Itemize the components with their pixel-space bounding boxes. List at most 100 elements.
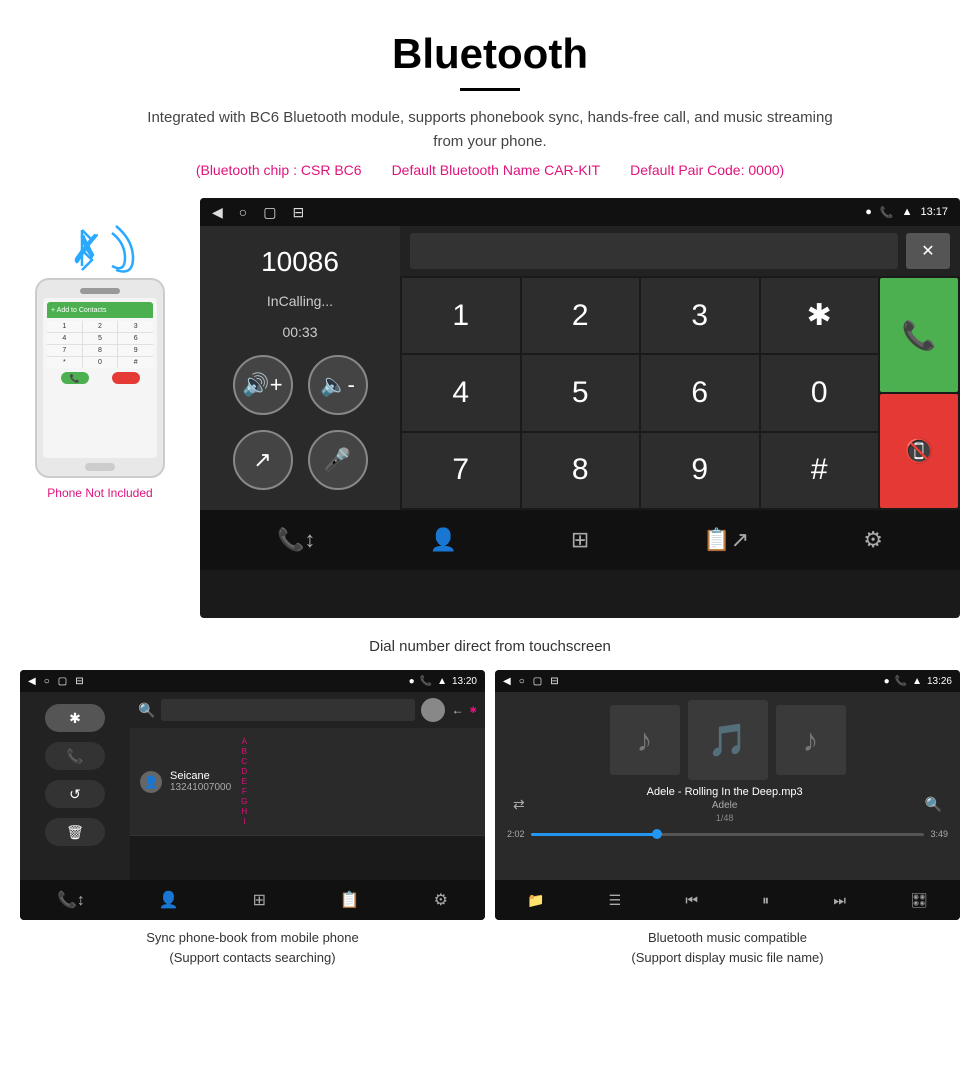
call-button[interactable]: 📞 [880, 278, 958, 392]
music-albums: ♪ 🎵 ♪ [610, 700, 846, 780]
music-nav-icons: ◀ ○ ▢ ⊟ [503, 676, 559, 687]
music-recents-icon: ▢ [533, 676, 542, 687]
transfer-button[interactable]: ↗ [233, 430, 293, 490]
key-star[interactable]: ✱ [761, 278, 879, 353]
pb-search-field[interactable] [161, 699, 415, 721]
music-play-icon[interactable]: ⏸ [762, 892, 769, 909]
spec-pair: Default Pair Code: 0000) [630, 162, 784, 178]
key-2[interactable]: 2 [522, 278, 640, 353]
music-statusbar: ◀ ○ ▢ ⊟ ● 📞 ▲ 13:26 [495, 670, 960, 692]
pb-scroll-handle[interactable] [421, 698, 445, 722]
pb-contact-avatar: 👤 [140, 771, 162, 793]
progress-track[interactable] [531, 833, 925, 836]
phone-home-button [85, 463, 115, 471]
search-music-icon[interactable]: 🔍 [925, 796, 942, 813]
music-next-icon[interactable]: ⏭ [833, 892, 846, 909]
end-call-icon: 📵 [904, 437, 934, 466]
shuffle-icon[interactable]: ⇄ [513, 796, 525, 813]
recents-icon: ▢ [263, 204, 276, 221]
pb-contact-row[interactable]: 👤 Seicane 13241007000 A B C D E F [130, 728, 485, 836]
main-android-screen: ◀ ○ ▢ ⊟ ● 📞 ▲ 13:17 10086 InCalling... 0… [200, 198, 960, 618]
music-eq-icon[interactable]: 🎛 [910, 892, 928, 909]
key-3[interactable]: 3 [641, 278, 759, 353]
pb-location-icon: ● [409, 676, 415, 687]
settings-toolbar-icon[interactable]: ⚙ [863, 527, 883, 553]
pb-contacts-icon[interactable]: 👤 [159, 890, 179, 910]
progress-handle[interactable] [652, 829, 662, 839]
bluetooth-icon: ✱ [69, 710, 81, 727]
pb-left-nav: ✱ 📞 ↺ 🗑 [20, 692, 130, 880]
pb-menu-icon: ⊟ [75, 676, 83, 687]
phonebook-screen: ◀ ○ ▢ ⊟ ● 📞 ▲ 13:20 ✱ [20, 670, 485, 920]
music-progress-bar: 2:02 3:49 [503, 829, 952, 839]
bluetooth-signal-icon: ✗ [60, 218, 140, 278]
trash-icon: 🗑 [66, 824, 84, 841]
contacts-toolbar-icon[interactable]: 👤 [429, 527, 456, 553]
phonebook-block: ◀ ○ ▢ ⊟ ● 📞 ▲ 13:20 ✱ [20, 670, 485, 971]
spec-chip: (Bluetooth chip : CSR BC6 [196, 162, 362, 178]
music-album-current: 🎵 [688, 700, 768, 780]
volume-down-button[interactable]: 🔈- [308, 355, 368, 415]
music-time-total: 3:49 [930, 829, 948, 839]
pb-delete-nav[interactable]: 🗑 [45, 818, 105, 846]
phone-toolbar-icon[interactable]: 📞↕ [277, 527, 315, 553]
pb-status-icons: ● 📞 ▲ 13:20 [409, 676, 477, 687]
page-header: Bluetooth Integrated with BC6 Bluetooth … [0, 0, 980, 188]
music-note-icon-right: ♪ [803, 722, 819, 759]
music-phone-icon: 📞 [895, 676, 907, 687]
pb-call-nav[interactable]: 📞 [45, 742, 105, 770]
messages-toolbar-icon[interactable]: 📋↗ [703, 527, 749, 553]
dial-input-row: ✕ [400, 226, 960, 276]
phonebook-caption-line2: (Support contacts searching) [169, 950, 335, 965]
pb-contact-number: 13241007000 [170, 782, 231, 793]
title-divider [460, 88, 520, 91]
key-7[interactable]: 7 [402, 433, 520, 508]
pb-sync-nav[interactable]: ↺ [45, 780, 105, 808]
key-0[interactable]: 0 [761, 355, 879, 430]
pb-settings-icon[interactable]: ⚙ [434, 890, 448, 910]
dial-input-field[interactable] [410, 233, 898, 269]
pb-nav-icons: ◀ ○ ▢ ⊟ [28, 676, 84, 687]
pb-back-icon: ◀ [28, 676, 36, 687]
end-call-button[interactable]: 📵 [880, 394, 958, 508]
mic-icon: 🎤 [324, 447, 351, 473]
volume-up-button[interactable]: 🔊+ [233, 355, 293, 415]
music-location-icon: ● [884, 676, 890, 687]
music-time: 13:26 [927, 676, 952, 687]
key-1[interactable]: 1 [402, 278, 520, 353]
music-menu-icon: ⊟ [550, 676, 558, 687]
music-list-icon[interactable]: ☰ [609, 892, 622, 909]
spec-name: Default Bluetooth Name CAR-KIT [392, 162, 601, 178]
pb-bluetooth-nav[interactable]: ✱ [45, 704, 105, 732]
music-top-controls: ⇄ Adele - Rolling In the Deep.mp3 Adele … [503, 786, 952, 823]
music-note-icon-center: 🎵 [708, 721, 748, 759]
music-note-icon-left: ♪ [637, 722, 653, 759]
music-folder-icon[interactable]: 📁 [527, 892, 544, 909]
pb-calls-icon[interactable]: 📞↕ [57, 890, 85, 910]
pb-phone-icon: 📞 [420, 676, 432, 687]
clock: 13:17 [920, 206, 948, 218]
music-title: Adele - Rolling In the Deep.mp3 [647, 786, 803, 798]
volume-down-icon: 🔈- [320, 372, 355, 398]
music-prev-icon[interactable]: ⏮ [685, 892, 698, 909]
phone-dialpad: 1 2 3 4 5 6 7 8 9 * 0 # [47, 321, 153, 368]
phone-call-buttons: 📞 [47, 368, 153, 386]
mute-button[interactable]: 🎤 [308, 430, 368, 490]
key-8[interactable]: 8 [522, 433, 640, 508]
dialpad-toolbar-icon[interactable]: ⊞ [571, 527, 589, 553]
key-6[interactable]: 6 [641, 355, 759, 430]
pb-messages-icon[interactable]: 📋 [340, 890, 360, 910]
music-caption-line1: Bluetooth music compatible [648, 930, 807, 945]
key-4[interactable]: 4 [402, 355, 520, 430]
backspace-button[interactable]: ✕ [906, 233, 950, 269]
dial-left-panel: 10086 InCalling... 00:33 🔊+ 🔈- ↗ [200, 226, 400, 510]
header-description: Integrated with BC6 Bluetooth module, su… [140, 106, 840, 154]
pb-dialpad-icon[interactable]: ⊞ [253, 890, 266, 910]
music-status-icons: ● 📞 ▲ 13:26 [884, 676, 952, 687]
key-9[interactable]: 9 [641, 433, 759, 508]
key-5[interactable]: 5 [522, 355, 640, 430]
music-home-icon: ○ [519, 676, 525, 687]
key-hash[interactable]: # [761, 433, 879, 508]
phone-illustration: ✗ + Add to Contacts 1 2 3 4 5 6 [20, 198, 180, 500]
pb-recents-icon: ▢ [58, 676, 67, 687]
